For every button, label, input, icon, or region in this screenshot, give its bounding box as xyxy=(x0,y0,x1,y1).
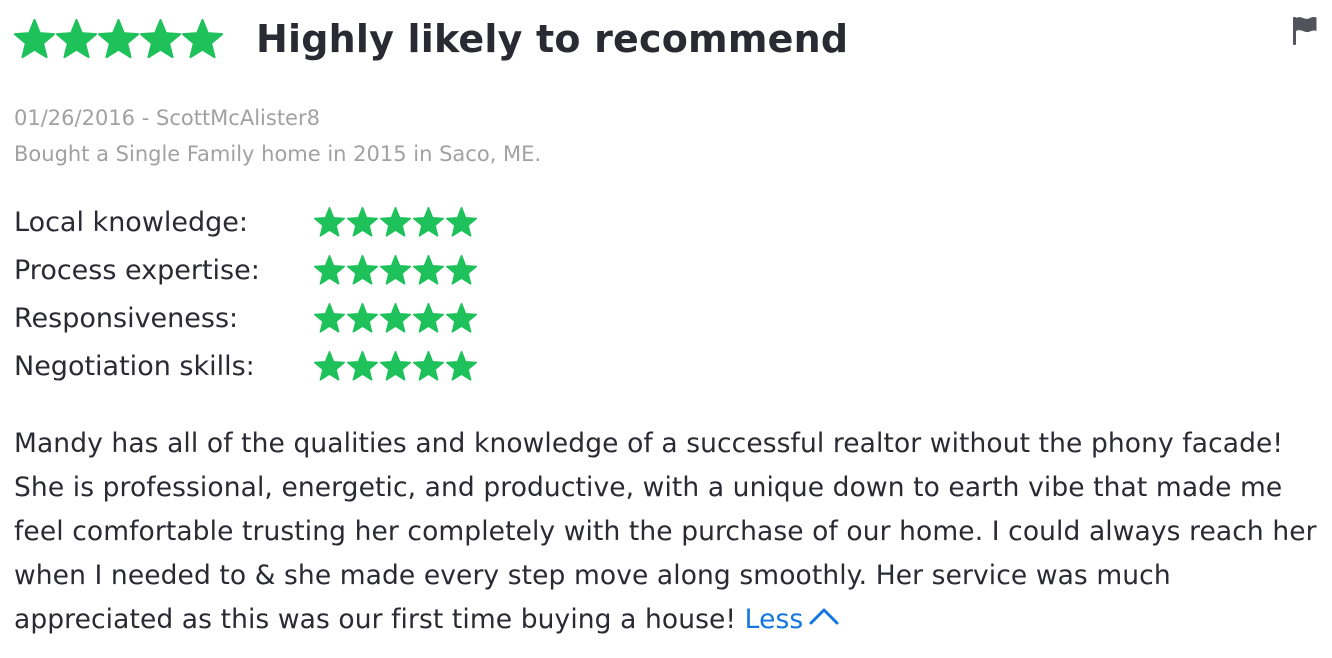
review-date-author: 01/26/2016 - ScottMcAlister8 xyxy=(14,100,541,136)
star-icon xyxy=(98,18,139,60)
review-date: 01/26/2016 xyxy=(14,106,136,130)
overall-rating-stars xyxy=(14,18,224,60)
sub-rating-label: Process expertise: xyxy=(14,254,260,286)
sub-rating-label: Local knowledge: xyxy=(14,206,249,238)
star-icon xyxy=(413,350,444,382)
star-icon xyxy=(347,350,378,382)
sub-rating-stars xyxy=(314,350,479,382)
star-icon xyxy=(56,18,97,60)
star-icon xyxy=(140,18,181,60)
review-card: Highly likely to recommend 01/26/2016 - … xyxy=(14,0,1318,658)
star-icon xyxy=(347,206,378,238)
star-icon xyxy=(380,350,411,382)
sub-rating-stars xyxy=(314,206,479,238)
star-icon xyxy=(413,254,444,286)
sub-rating-label: Negotiation skills: xyxy=(14,350,255,382)
star-icon xyxy=(446,350,477,382)
star-icon xyxy=(314,206,345,238)
less-label: Less xyxy=(744,604,804,635)
review-meta: 01/26/2016 - ScottMcAlister8 Bought a Si… xyxy=(14,100,541,172)
star-icon xyxy=(347,254,378,286)
review-text: Mandy has all of the qualities and knowl… xyxy=(14,428,1317,635)
star-icon xyxy=(413,302,444,334)
less-link[interactable]: Less xyxy=(745,604,840,635)
star-icon xyxy=(380,254,411,286)
sub-rating-row: Process expertise: xyxy=(14,246,479,294)
star-icon xyxy=(446,254,477,286)
review-header: Highly likely to recommend xyxy=(14,10,848,68)
star-icon xyxy=(314,302,345,334)
star-icon xyxy=(314,350,345,382)
review-body: Mandy has all of the qualities and knowl… xyxy=(14,422,1324,643)
sub-rating-stars xyxy=(314,254,479,286)
star-icon xyxy=(413,206,444,238)
sub-rating-label: Responsiveness: xyxy=(14,302,239,334)
sub-rating-row: Negotiation skills: xyxy=(14,342,479,390)
star-icon xyxy=(380,206,411,238)
sub-ratings: Local knowledge: Process expertise: Respon… xyxy=(14,198,479,390)
sub-rating-row: Responsiveness: xyxy=(14,294,479,342)
review-author: ScottMcAlister8 xyxy=(155,106,320,130)
flag-icon[interactable] xyxy=(1292,16,1318,46)
star-icon xyxy=(314,254,345,286)
chevron-up-icon xyxy=(809,595,839,639)
sub-rating-row: Local knowledge: xyxy=(14,198,479,246)
star-icon xyxy=(14,18,55,60)
star-icon xyxy=(380,302,411,334)
review-headline: Highly likely to recommend xyxy=(256,17,849,61)
star-icon xyxy=(446,302,477,334)
star-icon xyxy=(182,18,223,60)
star-icon xyxy=(446,206,477,238)
sub-rating-stars xyxy=(314,302,479,334)
star-icon xyxy=(347,302,378,334)
review-transaction: Bought a Single Family home in 2015 in S… xyxy=(14,142,542,166)
meta-separator: - xyxy=(135,106,156,130)
